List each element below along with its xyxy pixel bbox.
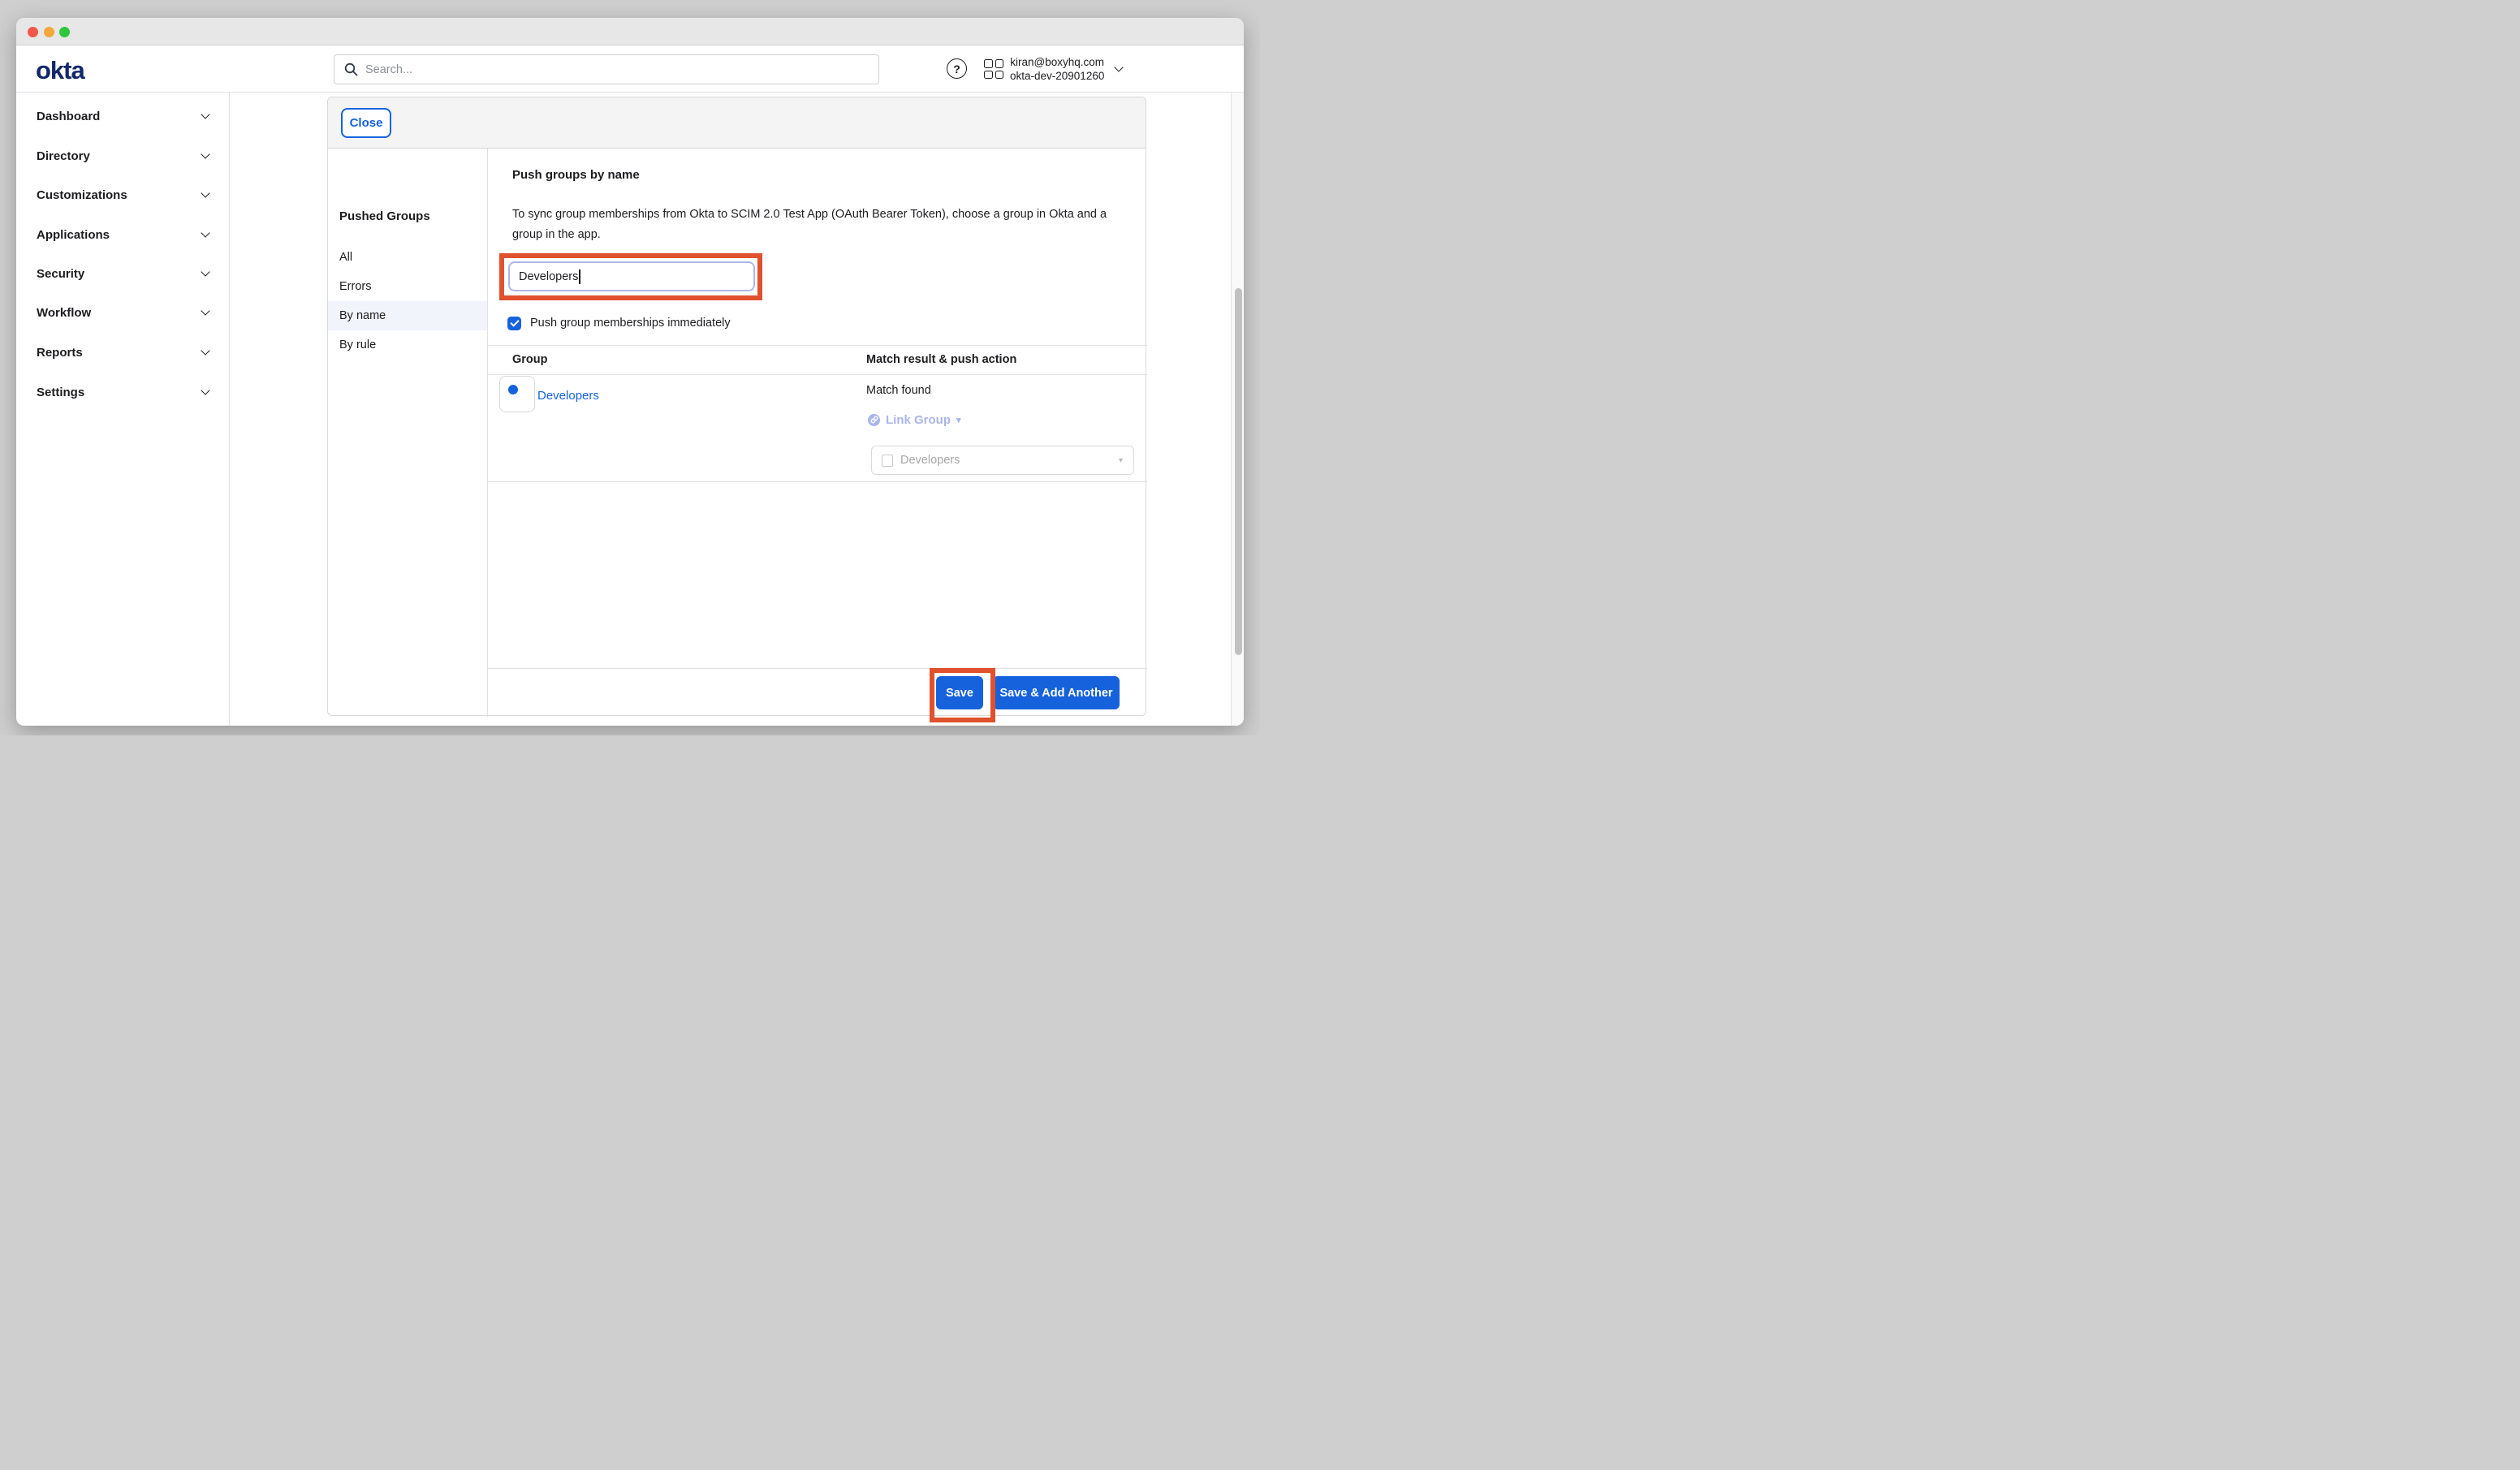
window-minimize-icon[interactable] [44, 27, 54, 37]
app-body: Dashboard Directory Customizations Appli… [16, 93, 1244, 726]
apps-grid-icon[interactable] [984, 59, 1003, 79]
sidebar-item-label: Settings [37, 386, 84, 399]
match-status: Match found [866, 384, 931, 397]
close-button[interactable]: Close [341, 108, 391, 138]
target-group-value: Developers [900, 454, 1119, 467]
nav-item-all[interactable]: All [328, 243, 487, 272]
sidebar-item-workflow[interactable]: Workflow [16, 300, 230, 325]
link-icon [868, 414, 880, 426]
sidebar: Dashboard Directory Customizations Appli… [16, 93, 230, 726]
search-input[interactable] [365, 63, 878, 76]
account-menu[interactable]: kiran@boxyhq.com okta-dev-20901260 [1010, 54, 1122, 84]
push-by-name-content: Push groups by name To sync group member… [488, 149, 1147, 717]
chevron-down-icon [201, 228, 209, 237]
sidebar-item-directory[interactable]: Directory [16, 144, 230, 168]
nav-item-by-name[interactable]: By name [328, 301, 487, 330]
sidebar-item-settings[interactable]: Settings [16, 380, 230, 404]
push-groups-dialog: Close Pushed Groups All Errors By name B… [327, 97, 1146, 716]
sidebar-item-applications[interactable]: Applications [16, 222, 230, 247]
content-description: To sync group memberships from Okta to S… [512, 205, 1107, 245]
group-donut-icon [508, 385, 518, 394]
search-box[interactable] [334, 54, 879, 84]
chevron-down-icon [201, 110, 209, 119]
desktop-background: okta kiran@boxyhq.com okta-dev-20901260 [0, 0, 1260, 735]
link-group-label: Link Group [886, 413, 951, 427]
group-avatar [499, 376, 535, 412]
account-org: okta-dev-20901260 [1010, 69, 1104, 83]
group-name-link[interactable]: Developers [537, 389, 599, 403]
account-email: kiran@boxyhq.com [1010, 55, 1104, 69]
save-add-another-button[interactable]: Save & Add Another [993, 676, 1120, 709]
description-line-1: To sync group memberships from Okta to S… [512, 205, 1107, 225]
chevron-down-icon [201, 267, 209, 276]
sidebar-item-label: Customizations [37, 188, 127, 202]
pushed-groups-nav: Pushed Groups All Errors By name By rule [328, 149, 488, 717]
okta-logo[interactable]: okta [36, 56, 84, 85]
sidebar-item-customizations[interactable]: Customizations [16, 183, 230, 207]
chevron-down-icon [201, 306, 209, 315]
column-header-group: Group [512, 353, 548, 366]
nav-item-errors[interactable]: Errors [328, 272, 487, 301]
link-group-dropdown-button[interactable]: Link Group [868, 413, 961, 426]
push-immediately-row: Push group memberships immediately [507, 316, 731, 330]
help-icon[interactable] [947, 58, 967, 79]
group-name-input[interactable]: Developers [508, 261, 755, 291]
scrollbar-track[interactable] [1231, 93, 1244, 726]
window-titlebar [16, 18, 1244, 45]
column-header-match: Match result & push action [866, 353, 1016, 366]
chevron-down-icon [201, 346, 209, 355]
group-name-value: Developers [519, 270, 578, 283]
sidebar-item-security[interactable]: Security [16, 261, 230, 286]
save-button[interactable]: Save [936, 676, 983, 709]
sidebar-item-dashboard[interactable]: Dashboard [16, 104, 230, 128]
sidebar-item-label: Dashboard [37, 110, 100, 123]
scrollbar-thumb[interactable] [1235, 288, 1242, 655]
chevron-down-icon [201, 188, 209, 197]
window-close-icon[interactable] [28, 27, 38, 37]
caret-down-icon [956, 415, 961, 425]
dialog-toolbar: Close [328, 97, 1146, 149]
content-title: Push groups by name [512, 168, 640, 182]
caret-down-icon [1119, 456, 1123, 465]
sidebar-item-reports[interactable]: Reports [16, 340, 230, 364]
text-cursor [579, 269, 580, 284]
chevron-down-icon [201, 386, 209, 394]
target-group-select[interactable]: Developers [871, 446, 1134, 475]
sidebar-item-label: Security [37, 267, 84, 281]
push-immediately-checkbox[interactable] [507, 317, 521, 330]
divider [488, 345, 1147, 346]
browser-window: okta kiran@boxyhq.com okta-dev-20901260 [16, 18, 1244, 726]
sidebar-item-label: Reports [37, 346, 83, 360]
pushed-groups-title: Pushed Groups [339, 209, 430, 223]
sidebar-item-label: Directory [37, 149, 90, 163]
sidebar-item-label: Applications [37, 228, 110, 242]
description-line-2: group in the app. [512, 225, 1107, 245]
divider [488, 481, 1147, 482]
divider [488, 668, 1147, 669]
search-icon [344, 63, 358, 76]
group-square-icon [882, 455, 893, 467]
chevron-down-icon [1115, 63, 1124, 71]
app-header: okta kiran@boxyhq.com okta-dev-20901260 [16, 45, 1244, 93]
window-zoom-icon[interactable] [59, 27, 70, 37]
nav-item-by-rule[interactable]: By rule [328, 330, 487, 360]
chevron-down-icon [201, 149, 209, 158]
push-immediately-label: Push group memberships immediately [530, 317, 731, 330]
sidebar-item-label: Workflow [37, 306, 91, 320]
divider [488, 374, 1147, 375]
